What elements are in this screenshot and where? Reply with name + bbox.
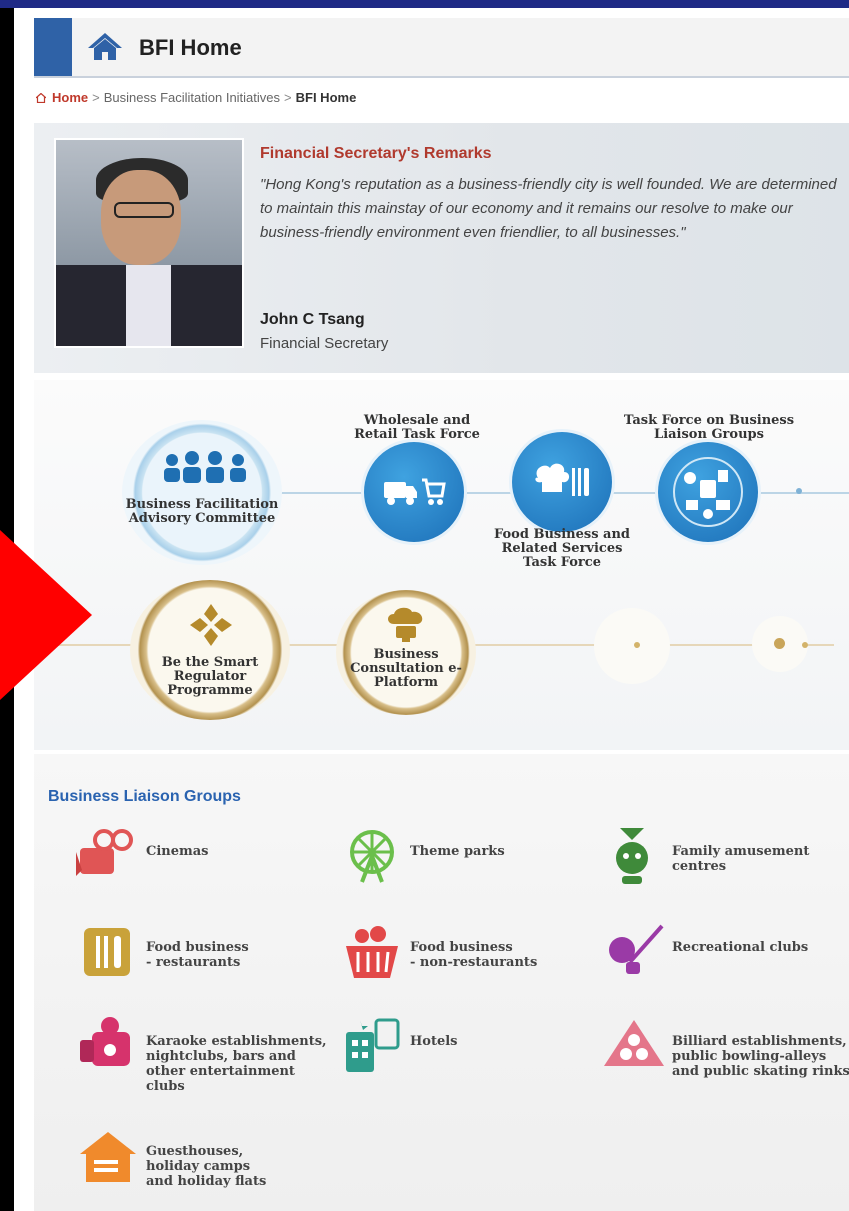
speaker-role: Financial Secretary: [260, 335, 389, 352]
people-icon: [164, 451, 246, 483]
group-label: Family amusement centres: [672, 844, 810, 874]
group-label: Karaoke establishments, nightclubs, bars…: [146, 1034, 327, 1094]
billiard-icon: [604, 1020, 664, 1066]
connector-dot: [774, 638, 785, 649]
wholesale-task-force-node[interactable]: [364, 442, 464, 542]
group-family-amusement[interactable]: Family amusement centres: [600, 826, 849, 896]
breadcrumb-home-link[interactable]: Home: [52, 90, 88, 105]
breadcrumb-separator: >: [92, 90, 100, 105]
group-label: Food business - non-restaurants: [410, 940, 538, 970]
ferris-wheel-icon: [350, 830, 394, 883]
smart-regulator-label: Be the Smart Regulator Programme: [161, 655, 259, 698]
consultation-platform-node[interactable]: Business Consultation e-Platform: [336, 590, 476, 715]
speaker-name: John C Tsang: [260, 311, 365, 328]
breadcrumb: Home > Business Facilitation Initiatives > B…: [36, 90, 356, 105]
group-billiard[interactable]: Billiard establishments, public bowling-…: [600, 1016, 849, 1096]
consultation-platform-label: Business Consultation e-Platform: [350, 647, 462, 690]
home-icon: [88, 33, 122, 60]
group-label: Theme parks: [410, 844, 505, 859]
golf-icon: [609, 924, 664, 974]
liaison-groups-heading: Business Liaison Groups: [48, 788, 241, 805]
liaison-task-force-node[interactable]: [658, 442, 758, 542]
placeholder-node: [594, 608, 670, 684]
group-food-restaurants[interactable]: Food business - restaurants: [74, 922, 314, 992]
initiatives-diagram: Business Facilitation Advisory Committee…: [24, 380, 849, 750]
group-cinemas[interactable]: Cinemas: [74, 826, 314, 896]
smart-regulator-node[interactable]: Be the Smart Regulator Programme: [130, 580, 290, 720]
food-task-force-label: Food Business and Related Services Task …: [493, 527, 631, 570]
group-label: Hotels: [410, 1034, 458, 1049]
group-theme-parks[interactable]: Theme parks: [338, 826, 578, 896]
financial-secretary-remarks: Financial Secretary's Remarks "Hong Kong…: [34, 123, 849, 373]
connector-dot: [802, 642, 808, 648]
group-recreational-clubs[interactable]: Recreational clubs: [600, 922, 849, 992]
bfac-label: Business Facilitation Advisory Committee: [125, 497, 279, 526]
breadcrumb-home-icon: [36, 93, 46, 103]
chef-hat-cutlery-icon: [535, 463, 589, 496]
red-arrow-overlay: [0, 530, 92, 700]
group-guesthouses[interactable]: Guesthouses, holiday camps and holiday f…: [74, 1126, 314, 1206]
group-label: Food business - restaurants: [146, 940, 249, 970]
basket-icon: [346, 926, 398, 978]
wholesale-label: Wholesale and Retail Task Force: [354, 413, 480, 442]
breadcrumb-current: BFI Home: [295, 90, 357, 105]
financial-secretary-photo: [54, 138, 244, 348]
header-accent-bar: [34, 18, 72, 76]
guesthouse-icon: [80, 1132, 136, 1182]
hotel-icon: [346, 1018, 400, 1072]
smart-regulator-icon: [190, 604, 232, 646]
group-karaoke[interactable]: Karaoke establishments, nightclubs, bars…: [74, 1016, 334, 1106]
breadcrumb-middle-link[interactable]: Business Facilitation Initiatives: [104, 90, 280, 105]
group-food-non-restaurants[interactable]: Food business - non-restaurants: [338, 922, 578, 992]
group-label: Cinemas: [146, 844, 209, 859]
remarks-heading: Financial Secretary's Remarks: [260, 145, 492, 162]
group-label: Billiard establishments, public bowling-…: [672, 1034, 849, 1079]
window-top-bar: [0, 0, 849, 8]
claw-machine-icon: [616, 828, 648, 884]
karaoke-icon: [80, 1017, 130, 1066]
liaison-groups-icon: [673, 457, 743, 527]
truck-cart-icon: [384, 478, 446, 505]
cloud-computer-icon: [388, 607, 423, 642]
business-liaison-groups: Business Liaison Groups Cinemas Theme pa…: [34, 754, 849, 1211]
group-hotels[interactable]: Hotels: [338, 1016, 578, 1086]
liaison-task-force-label: Task Force on Business Liaison Groups: [623, 413, 795, 442]
breadcrumb-separator: >: [284, 90, 292, 105]
page: BFI Home Home > Business Facilitation Init…: [14, 8, 849, 1211]
page-title: BFI Home: [139, 35, 242, 60]
connector-dot: [634, 642, 640, 648]
cutlery-icon: [84, 928, 130, 976]
remarks-quote: "Hong Kong's reputation as a business-fr…: [260, 176, 837, 241]
bfac-node[interactable]: Business Facilitation Advisory Committee: [122, 420, 282, 565]
group-label: Guesthouses, holiday camps and holiday f…: [146, 1144, 267, 1189]
food-task-force-node[interactable]: [512, 432, 612, 532]
page-header: BFI Home: [34, 18, 849, 78]
film-camera-icon: [76, 829, 133, 876]
connector-dot: [796, 488, 802, 494]
group-label: Recreational clubs: [672, 940, 809, 955]
